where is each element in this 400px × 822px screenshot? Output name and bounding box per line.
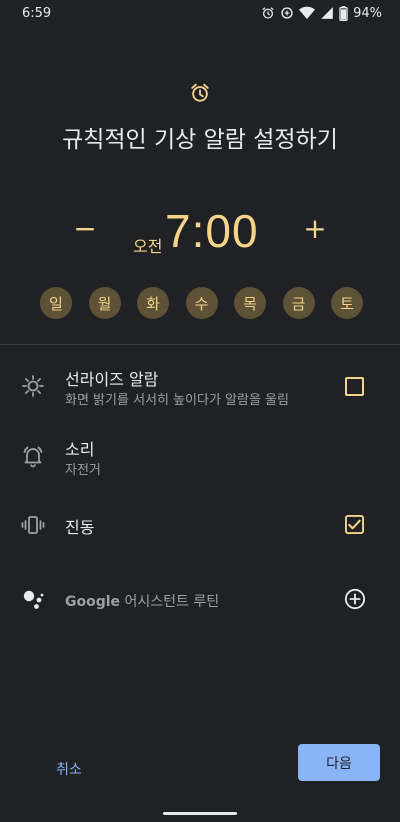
day-toggle-wed[interactable]: 수 <box>185 287 218 319</box>
sunrise-alarm-checkbox[interactable] <box>345 377 364 396</box>
status-bar: 6:59 94% <box>0 0 400 26</box>
google-assistant-icon <box>23 590 44 609</box>
cancel-button[interactable]: 취소 <box>44 752 94 786</box>
day-selector: 일 월 화 수 목 금 토 <box>40 287 363 319</box>
day-toggle-mon[interactable]: 월 <box>88 287 121 319</box>
day-toggle-sat[interactable]: 토 <box>331 287 363 319</box>
vibration-icon <box>21 516 45 534</box>
status-time: 6:59 <box>22 5 52 21</box>
status-icons: 94% <box>261 5 382 21</box>
day-toggle-thu[interactable]: 목 <box>234 287 266 319</box>
assistant-routine-label: Google 어시스턴트 루틴 <box>65 591 219 611</box>
google-brand-text: Google <box>65 594 121 610</box>
decrease-time-button[interactable]: − <box>70 214 100 244</box>
increase-time-button[interactable]: + <box>300 214 330 244</box>
vibrate-checkbox[interactable] <box>345 515 364 534</box>
day-toggle-fri[interactable]: 금 <box>282 287 315 319</box>
signal-icon <box>321 7 333 19</box>
vibrate-row[interactable]: 진동 <box>0 505 400 545</box>
sound-subtitle: 자전거 <box>65 463 101 478</box>
sunrise-alarm-row[interactable]: 선라이즈 알람 화면 밝기를 서서히 높이다가 알람을 울림 <box>0 362 400 412</box>
page-title: 규칙적인 기상 알람 설정하기 <box>62 127 338 153</box>
sunrise-alarm-subtitle: 화면 밝기를 서서히 높이다가 알람을 울림 <box>65 393 289 408</box>
divider <box>0 344 400 345</box>
day-toggle-sun[interactable]: 일 <box>40 287 72 319</box>
time-picker: − 오전 7:00 + <box>0 200 400 270</box>
assistant-routine-text: 어시스턴트 루틴 <box>124 594 220 610</box>
sound-row[interactable]: 소리 자전거 <box>0 432 400 482</box>
bell-icon <box>23 446 43 468</box>
vibrate-title: 진동 <box>65 518 95 537</box>
wifi-icon <box>299 6 316 20</box>
day-toggle-tue[interactable]: 화 <box>137 287 169 319</box>
sound-title: 소리 <box>65 440 95 459</box>
navigation-handle[interactable] <box>163 812 237 815</box>
add-circle-icon[interactable] <box>344 588 366 610</box>
time-value[interactable]: 7:00 <box>165 204 259 258</box>
next-button[interactable]: 다음 <box>298 744 380 781</box>
brightness-icon <box>22 375 44 397</box>
battery-percent: 94% <box>353 5 382 21</box>
ampm-label[interactable]: 오전 <box>133 233 162 257</box>
data-saver-icon <box>281 7 293 19</box>
battery-icon <box>339 5 348 21</box>
alarm-icon <box>262 7 274 19</box>
sunrise-alarm-title: 선라이즈 알람 <box>65 370 159 389</box>
alarm-clock-icon <box>191 83 209 102</box>
assistant-routine-row[interactable]: Google 어시스턴트 루틴 <box>0 582 400 618</box>
